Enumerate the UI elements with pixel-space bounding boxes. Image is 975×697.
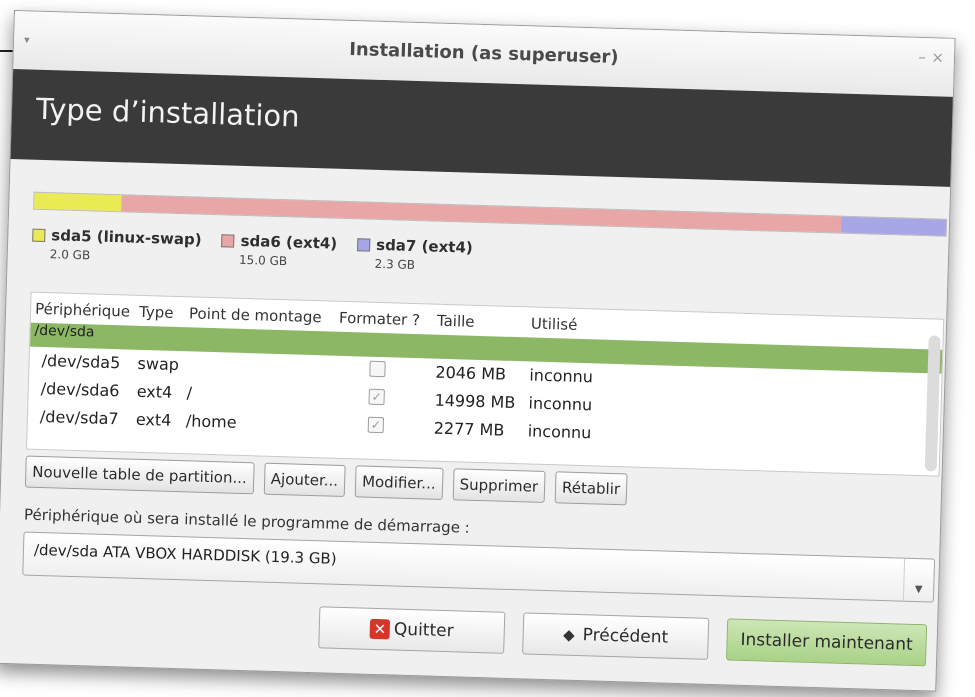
previous-label: Précédent [582,625,669,648]
device-cell: /dev/sda7 [39,406,119,429]
usage-segment-0 [34,192,122,212]
mount-cell: / [186,383,193,403]
type-cell: ext4 [136,381,173,402]
format-checkbox[interactable]: ✓ [367,416,385,434]
legend-item: sda5 (linux-swap) 2.0 GB [32,226,202,266]
action-buttons: ✕ Quitter ◆ Précédent Installer maintena… [300,606,928,667]
device-cell: /dev/sda5 [41,350,121,373]
used-cell: inconnu [527,421,592,443]
col-format-header: Formater ? [338,308,421,330]
revert-button[interactable]: Rétablir [554,471,628,506]
bootloader-device-value: /dev/sda ATA VBOX HARDDISK (19.3 GB) [33,540,337,568]
new-partition-table-button[interactable]: Nouvelle table de partition... [24,455,255,495]
bootloader-device-select[interactable]: /dev/sda ATA VBOX HARDDISK (19.3 GB) ▼ [22,531,936,603]
legend-partition-name: sda5 (linux-swap) [51,226,202,249]
screenshot-stage: ▾ Installation (as superuser) – × Type d… [0,0,975,697]
window-title: Installation (as superuser) [348,38,619,68]
disk-device-cell: /dev/sda [34,322,95,341]
size-cell: 2046 MB [435,362,507,384]
type-cell: swap [137,353,180,375]
col-mount-header: Point de montage [188,304,322,327]
modify-partition-button[interactable]: Modifier... [354,465,444,500]
back-arrow-icon: ◆ [562,625,575,644]
quit-button[interactable]: ✕ Quitter [318,606,506,654]
legend-partition-name: sda6 (ext4) [240,231,338,253]
minimize-icon[interactable]: – [918,48,926,66]
add-partition-button[interactable]: Ajouter... [263,462,346,498]
legend-item: sda7 (ext4) 2.3 GB [356,235,473,273]
col-used-header: Utilisé [530,314,578,334]
used-cell: inconnu [529,365,594,387]
legend-item: sda6 (ext4) 15.0 GB [221,231,338,269]
legend-top: sda7 (ext4) [356,235,474,257]
legend-top: sda6 (ext4) [221,231,338,253]
page-title: Type d’installation [35,91,301,134]
delete-partition-button[interactable]: Supprimer [452,468,546,503]
usage-segment-1 [120,195,842,233]
dropdown-arrow-icon[interactable]: ▼ [902,558,935,602]
legend-swatch [32,228,46,242]
used-cell: inconnu [528,393,593,415]
col-type-header: Type [138,302,174,322]
legend-partition-size: 15.0 GB [238,252,288,269]
usage-segment-2 [840,216,947,236]
legend-swatch [356,237,371,252]
previous-button[interactable]: ◆ Précédent [522,612,710,660]
format-checkbox[interactable]: ✓ [368,388,385,406]
install-now-button[interactable]: Installer maintenant [726,618,928,667]
close-icon[interactable]: × [931,48,944,66]
format-checkbox[interactable] [369,360,386,378]
legend-partition-size: 2.3 GB [374,256,416,273]
type-cell: ext4 [135,409,172,430]
partition-legend: sda5 (linux-swap) 2.0 GB sda6 (ext4) 15.0 G… [32,226,493,275]
quit-label: Quitter [393,619,454,642]
bootloader-label: Périphérique où sera installé le program… [23,505,471,537]
legend-top: sda5 (linux-swap) [32,226,202,249]
mount-cell: /home [185,411,237,432]
partition-table: Périphérique Type Point de montage Forma… [25,291,945,477]
size-cell: 2277 MB [433,418,505,440]
legend-partition-size: 2.0 GB [49,247,91,263]
size-cell: 14998 MB [434,390,516,413]
quit-x-icon: ✕ [369,618,391,640]
installer-window: ▾ Installation (as superuser) – × Type d… [0,10,956,692]
col-size-header: Taille [436,311,475,331]
legend-swatch [221,233,235,248]
legend-partition-name: sda7 (ext4) [375,235,474,257]
col-device-header: Périphérique [34,299,131,321]
device-cell: /dev/sda6 [40,378,120,401]
